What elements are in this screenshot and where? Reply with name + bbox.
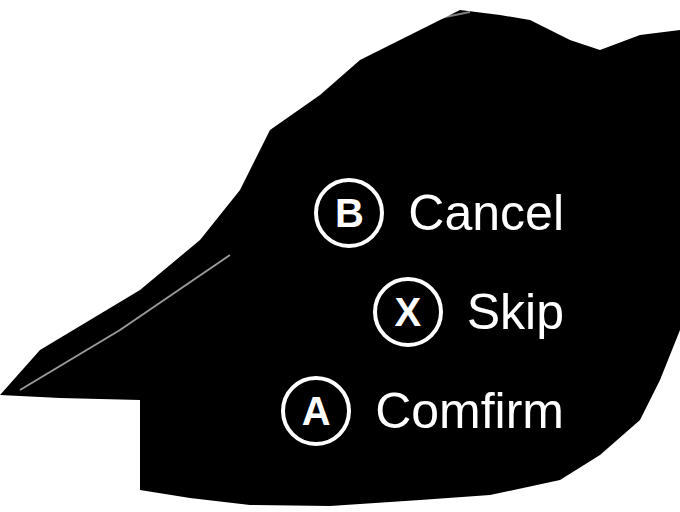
prompt-label: Comfirm: [375, 381, 564, 441]
brush-streak: [360, 12, 470, 40]
prompt-label: Cancel: [408, 183, 564, 243]
controller-button-icon: X: [373, 277, 443, 347]
brush-stroke-shape: [0, 10, 680, 506]
prompt-screen: B Cancel X Skip A Comfirm: [0, 0, 680, 512]
button-prompt[interactable]: A Comfirm: [281, 376, 564, 446]
controller-button-icon: A: [281, 376, 351, 446]
brush-stroke-backdrop: [0, 0, 680, 512]
button-prompt[interactable]: X Skip: [373, 277, 564, 347]
brush-streak: [20, 255, 230, 390]
controller-button-icon: B: [314, 178, 384, 248]
button-prompt[interactable]: B Cancel: [314, 178, 564, 248]
button-prompt-list: B Cancel X Skip A Comfirm: [0, 0, 680, 446]
prompt-label: Skip: [467, 282, 564, 342]
